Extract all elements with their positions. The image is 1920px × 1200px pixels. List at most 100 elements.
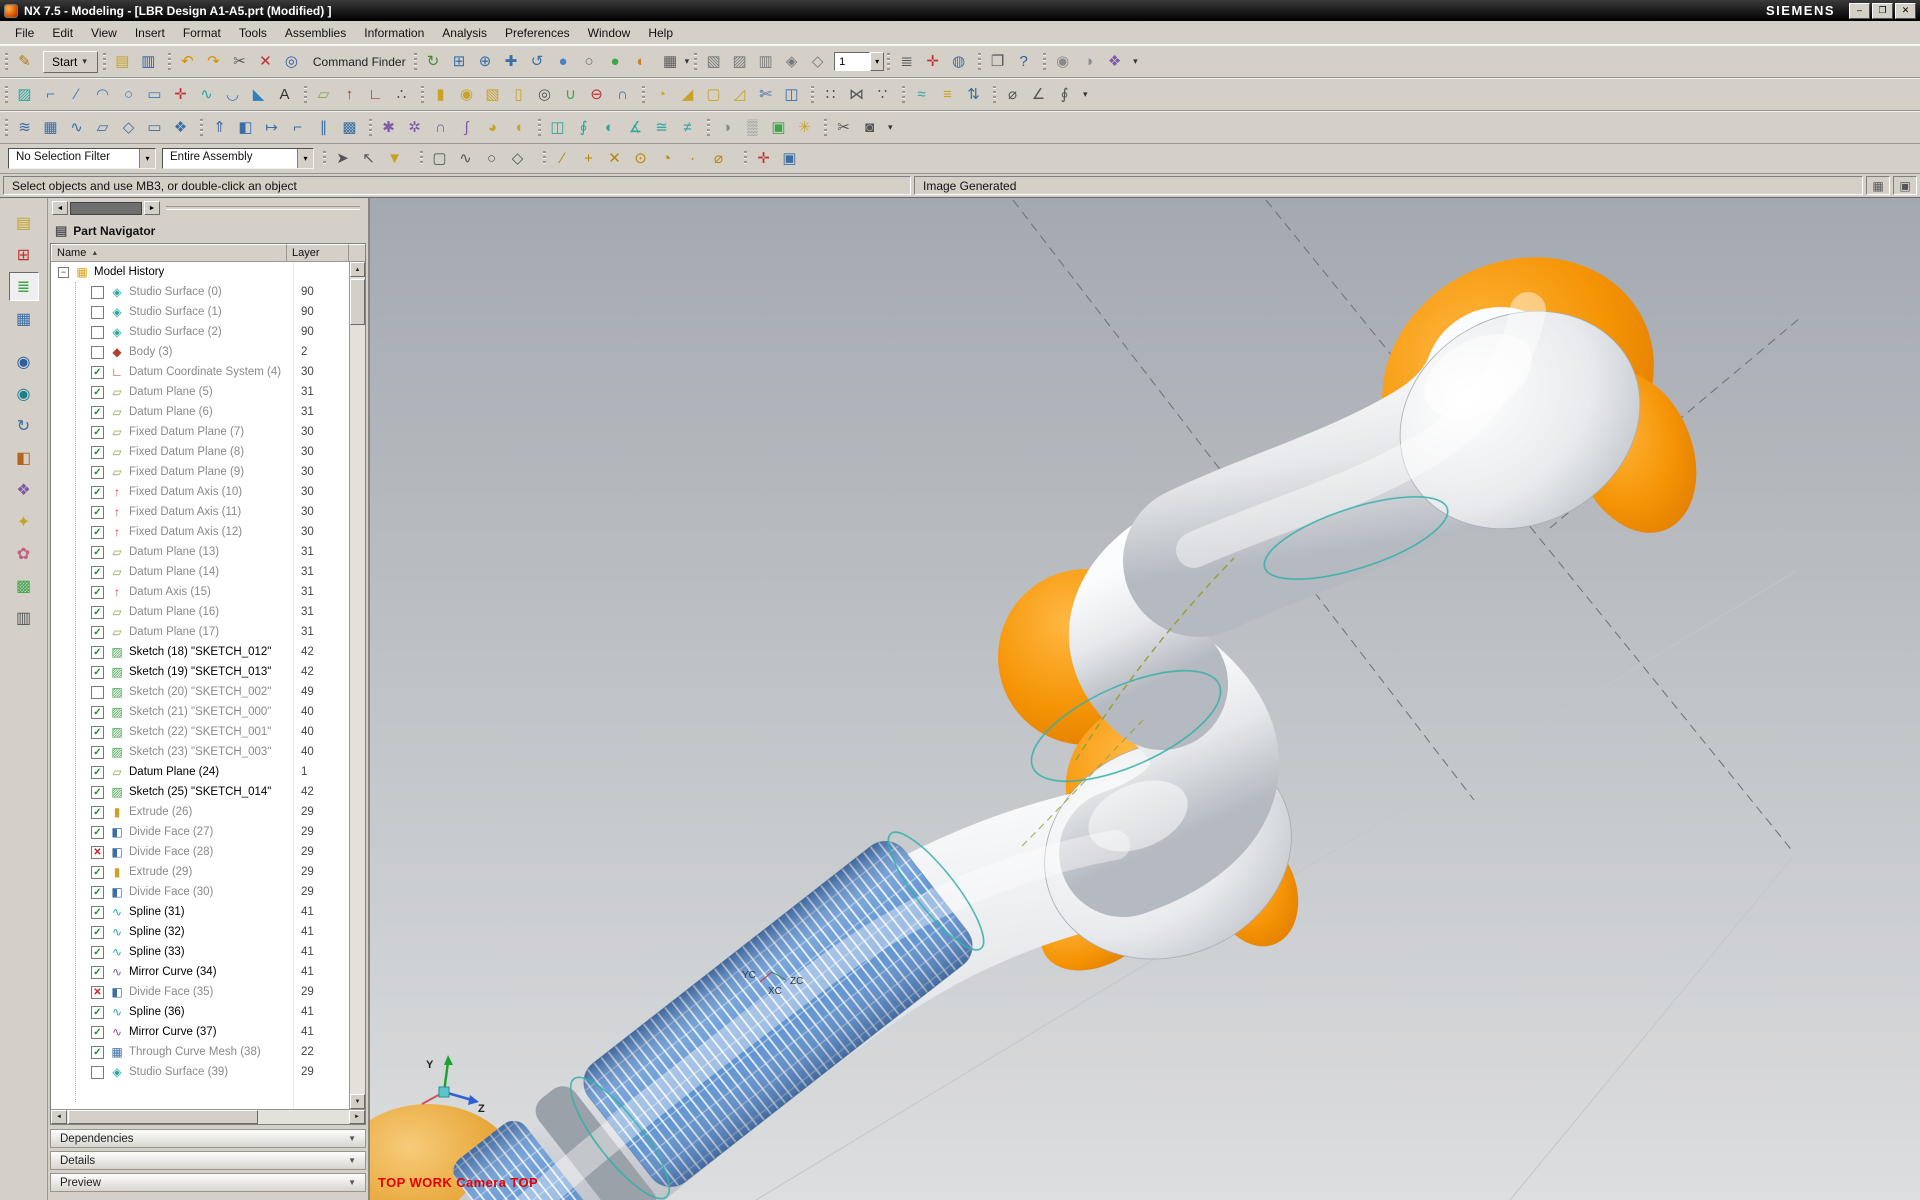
tree-row[interactable]: ✓ ▱ Fixed Datum Plane (7) 30 xyxy=(51,422,349,442)
feature-checkbox[interactable]: ✓ xyxy=(91,746,104,759)
panel-back-icon[interactable]: ◄ xyxy=(52,201,68,215)
snap-existing-point-icon[interactable]: ∙ xyxy=(680,146,705,171)
tree-row[interactable]: ◈ Studio Surface (1) 90 xyxy=(51,302,349,322)
background-icon[interactable]: ▒ xyxy=(740,115,765,140)
tree-row[interactable]: ✓ ▱ Datum Plane (16) 31 xyxy=(51,602,349,622)
tree-row[interactable]: ✓ ▨ Sketch (22) "SKETCH_001" 40 xyxy=(51,722,349,742)
feature-checkbox[interactable]: ✓ xyxy=(91,666,104,679)
help-icon[interactable]: ? xyxy=(1011,49,1036,74)
feature-checkbox[interactable]: ✓ xyxy=(91,886,104,899)
templates-icon[interactable]: ▥ xyxy=(9,603,39,632)
tree-row[interactable]: ✓ ▱ Datum Plane (14) 31 xyxy=(51,562,349,582)
panel-forward-icon[interactable]: ► xyxy=(144,201,160,215)
draft-icon[interactable]: ◿ xyxy=(727,82,752,107)
feature-checkbox[interactable] xyxy=(91,346,104,359)
wcs-dynamics-icon[interactable]: ✛ xyxy=(751,146,776,171)
chevron-down-icon[interactable]: ▾ xyxy=(139,149,155,168)
tree-row[interactable]: ✓ ∟ Datum Coordinate System (4) 30 xyxy=(51,362,349,382)
arc-icon[interactable]: ◠ xyxy=(90,82,115,107)
tree-row[interactable]: ▨ Sketch (20) "SKETCH_002" 49 xyxy=(51,682,349,702)
chevron-down-icon[interactable]: ▾ xyxy=(297,149,313,168)
cut-icon[interactable]: ✂ xyxy=(227,49,252,74)
sew-icon[interactable]: ≈ xyxy=(909,82,934,107)
selection-scope-combo[interactable]: Entire Assembly ▾ xyxy=(162,148,314,169)
studio-spline-icon[interactable]: ∿ xyxy=(194,82,219,107)
menu-item[interactable]: Help xyxy=(639,22,682,44)
fit-view-icon[interactable]: ⊞ xyxy=(447,49,472,74)
surface-continuity-icon[interactable]: ≅ xyxy=(649,115,674,140)
feature-checkbox[interactable]: ✓ xyxy=(91,1006,104,1019)
extrude-icon[interactable]: ▮ xyxy=(428,82,453,107)
snap-angle-input[interactable]: 1 xyxy=(834,52,870,71)
layer-column-header[interactable]: Layer xyxy=(287,244,349,261)
feature-checkbox[interactable]: ✕ xyxy=(91,986,104,999)
feature-checkbox[interactable]: ✓ xyxy=(91,546,104,559)
feature-checkbox[interactable]: ✓ xyxy=(91,946,104,959)
tree-row[interactable]: ✓ ∿ Mirror Curve (37) 41 xyxy=(51,1022,349,1042)
tree-row[interactable]: ✓ ▮ Extrude (29) 29 xyxy=(51,862,349,882)
point-set-icon[interactable]: ∴ xyxy=(389,82,414,107)
delete-icon[interactable]: ✕ xyxy=(253,49,278,74)
feature-checkbox[interactable]: ✓ xyxy=(91,486,104,499)
tree-row[interactable]: ✓ ▨ Sketch (25) "SKETCH_014" 42 xyxy=(51,782,349,802)
menu-item[interactable]: View xyxy=(82,22,126,44)
feature-checkbox[interactable] xyxy=(91,1066,104,1079)
open-icon[interactable]: ▤ xyxy=(110,49,135,74)
details-section[interactable]: Details ▼ xyxy=(50,1151,366,1170)
menu-item[interactable]: Format xyxy=(174,22,230,44)
tree-row[interactable]: ✓ ▨ Sketch (21) "SKETCH_000" 40 xyxy=(51,702,349,722)
reuse-library-icon[interactable]: ▦ xyxy=(9,304,39,333)
four-point-surface-icon[interactable]: ❖ xyxy=(168,115,193,140)
draft-analysis-icon[interactable]: ∡ xyxy=(623,115,648,140)
system-materials-icon[interactable]: ◧ xyxy=(9,443,39,472)
n-sided-surface-icon[interactable]: ◇ xyxy=(116,115,141,140)
spinner-down-icon[interactable]: ▾ xyxy=(870,52,884,71)
decal-icon[interactable]: ▣ xyxy=(766,115,791,140)
cylinder-icon[interactable]: ▯ xyxy=(506,82,531,107)
tree-vertical-scrollbar[interactable]: ▲ ▼ xyxy=(349,262,365,1109)
snap-intersection-icon[interactable]: ✕ xyxy=(602,146,627,171)
menu-item[interactable]: Edit xyxy=(43,22,82,44)
tree-row[interactable]: ◈ Studio Surface (2) 90 xyxy=(51,322,349,342)
tree-row[interactable]: ✓ ▱ Fixed Datum Plane (8) 30 xyxy=(51,442,349,462)
zoom-icon[interactable]: ⊕ xyxy=(473,49,498,74)
rotate-view-icon[interactable]: ↺ xyxy=(525,49,550,74)
part-navigator-icon[interactable]: ≣ xyxy=(9,272,39,301)
history-palette-icon[interactable]: ↻ xyxy=(9,411,39,440)
isometric-view-icon[interactable]: ◈ xyxy=(779,49,804,74)
point-icon[interactable]: ✛ xyxy=(168,82,193,107)
feature-checkbox[interactable]: ✓ xyxy=(91,446,104,459)
section-analysis-icon[interactable]: ◫ xyxy=(545,115,570,140)
block-icon[interactable]: ▧ xyxy=(480,82,505,107)
polygon-select-icon[interactable]: ◇ xyxy=(505,146,530,171)
deviation-gauge-icon[interactable]: ≠ xyxy=(675,115,700,140)
tree-row[interactable]: ✓ ◧ Divide Face (30) 29 xyxy=(51,882,349,902)
tree-row[interactable]: ✓ ∿ Spline (33) 41 xyxy=(51,942,349,962)
snap-point-on-curve-icon[interactable]: ⌀ xyxy=(706,146,731,171)
reflection-analysis-icon[interactable]: ◐ xyxy=(597,115,622,140)
feature-checkbox[interactable]: ✕ xyxy=(91,846,104,859)
toolbar-options-icon[interactable]: ▾ xyxy=(886,122,895,133)
styled-blend-icon[interactable]: ◖ xyxy=(506,115,531,140)
roles-icon[interactable]: ✿ xyxy=(9,539,39,568)
system-scenes-icon[interactable]: ▩ xyxy=(9,571,39,600)
tree-row[interactable]: ✓ ↑ Fixed Datum Axis (11) 30 xyxy=(51,502,349,522)
restore-button[interactable]: ❐ xyxy=(1872,3,1893,19)
scrollbar-thumb[interactable] xyxy=(350,279,365,325)
instance-geometry-icon[interactable]: ∵ xyxy=(870,82,895,107)
through-curve-mesh-icon[interactable]: ▦ xyxy=(38,115,63,140)
face-analysis-icon[interactable]: ◐ xyxy=(629,49,654,74)
window-icon[interactable]: ❐ xyxy=(985,49,1010,74)
toolbar-options-icon[interactable]: ▾ xyxy=(1131,56,1140,67)
material-properties-icon[interactable]: ◉ xyxy=(1050,49,1075,74)
chevron-down-icon[interactable]: ▾ xyxy=(683,56,692,67)
manufacturing-wizard-icon[interactable]: ✦ xyxy=(9,507,39,536)
side-view-icon[interactable]: ▥ xyxy=(753,49,778,74)
feature-checkbox[interactable]: ✓ xyxy=(91,726,104,739)
feature-checkbox[interactable] xyxy=(91,286,104,299)
tree-horizontal-scrollbar[interactable]: ◄ ► xyxy=(51,1109,365,1124)
trimetric-view-icon[interactable]: ◇ xyxy=(805,49,830,74)
circle-icon[interactable]: ○ xyxy=(116,82,141,107)
collapse-icon[interactable]: − xyxy=(58,267,69,278)
bounded-plane-icon[interactable]: ▭ xyxy=(142,115,167,140)
